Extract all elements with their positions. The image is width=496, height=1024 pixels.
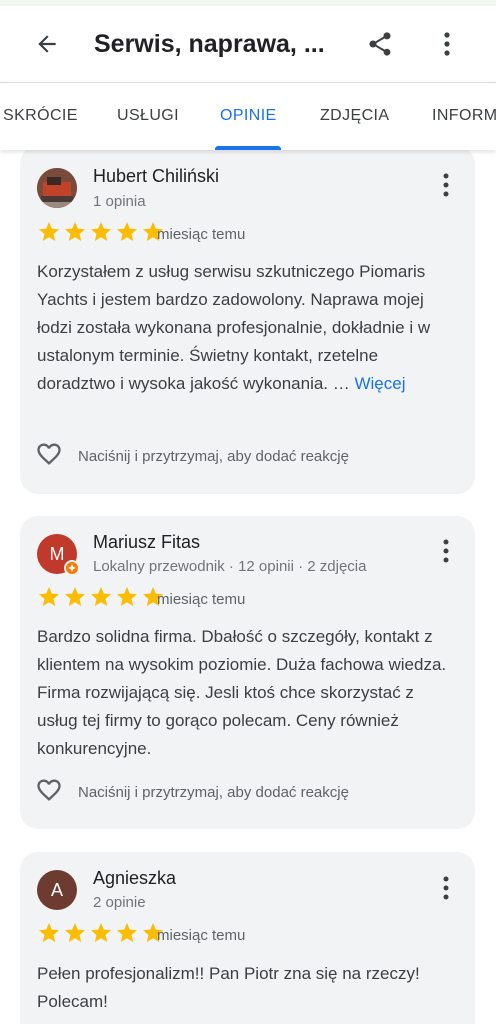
avatar[interactable]: A [37, 870, 77, 910]
star-rating [37, 585, 165, 609]
tab-bar: SKRÓCIE USŁUGI OPINIE ZDJĘCIA INFORM [0, 82, 496, 150]
star-icon [39, 923, 59, 942]
reviewer-meta: 1 opinia [93, 193, 146, 210]
tab-photos[interactable]: ZDJĘCIA [320, 107, 389, 125]
star-icon [91, 923, 111, 942]
avatar-initial: A [50, 879, 63, 900]
local-guide-badge-icon [64, 560, 80, 576]
reviewer-name[interactable]: Mariusz Fitas [93, 532, 200, 553]
star-icon [39, 587, 59, 606]
reviewer-meta: 2 opinie [93, 894, 146, 911]
reaction-row[interactable]: Naciśnij i przytrzymaj, aby dodać reakcj… [34, 440, 349, 473]
review-date: miesiąc temu [157, 591, 246, 608]
more-vert-icon[interactable] [441, 537, 451, 565]
more-vert-icon[interactable] [441, 874, 451, 902]
review-text: Pełen profesjonalizm!! Pan Piotr zna się… [37, 964, 420, 1011]
star-icon [65, 222, 85, 241]
star-icon [65, 923, 85, 942]
app-bar: Serwis, naprawa, ... [0, 6, 496, 82]
review-card: M Mariusz Fitas Lokalny przewodnik · 12 … [20, 516, 475, 829]
avatar[interactable]: M [37, 534, 80, 576]
star-icon [91, 587, 111, 606]
more-vert-icon[interactable] [441, 171, 451, 199]
heart-outline-icon[interactable] [34, 776, 64, 809]
reviewer-name[interactable]: Agnieszka [93, 868, 176, 889]
tab-overview[interactable]: SKRÓCIE [3, 107, 78, 125]
share-icon[interactable] [363, 27, 397, 61]
star-icon [117, 222, 137, 241]
read-more-link[interactable]: Więcej [354, 374, 405, 393]
review-card: Hubert Chiliński 1 opinia miesiąc temu K… [20, 150, 475, 494]
reviewer-name[interactable]: Hubert Chiliński [93, 166, 219, 187]
reviewer-meta: Lokalny przewodnik · 12 opinii · 2 zdjęc… [93, 558, 367, 575]
star-icon [65, 587, 85, 606]
reaction-hint: Naciśnij i przytrzymaj, aby dodać reakcj… [78, 448, 349, 465]
reviews-list: Hubert Chiliński 1 opinia miesiąc temu K… [0, 150, 496, 1024]
heart-outline-icon[interactable] [34, 440, 64, 473]
reaction-row[interactable]: Naciśnij i przytrzymaj, aby dodać reakcj… [34, 776, 349, 809]
star-icon [91, 222, 111, 241]
review-text: Bardzo solidna firma. Dbałość o szczegół… [37, 627, 447, 758]
star-icon [39, 222, 59, 241]
tab-services[interactable]: USŁUGI [117, 107, 179, 125]
review-date: miesiąc temu [157, 927, 246, 944]
avatar-initial: M [49, 543, 65, 564]
star-icon [117, 587, 137, 606]
reaction-hint: Naciśnij i przytrzymaj, aby dodać reakcj… [78, 784, 349, 801]
avatar[interactable] [37, 168, 77, 208]
back-arrow-icon[interactable] [30, 27, 64, 61]
page-title: Serwis, naprawa, ... [94, 29, 325, 58]
review-text: Korzystałem z usług serwisu szkutniczego… [37, 258, 457, 398]
tab-reviews[interactable]: OPINIE [220, 107, 277, 125]
review-card: A Agnieszka 2 opinie miesiąc temu Pełen … [20, 852, 475, 1024]
more-vert-icon[interactable] [432, 27, 462, 61]
tab-active-indicator [215, 146, 281, 150]
star-icon [117, 923, 137, 942]
review-date: miesiąc temu [157, 226, 246, 243]
star-rating [37, 921, 165, 945]
star-rating [37, 220, 165, 244]
tab-info[interactable]: INFORM [432, 107, 496, 125]
